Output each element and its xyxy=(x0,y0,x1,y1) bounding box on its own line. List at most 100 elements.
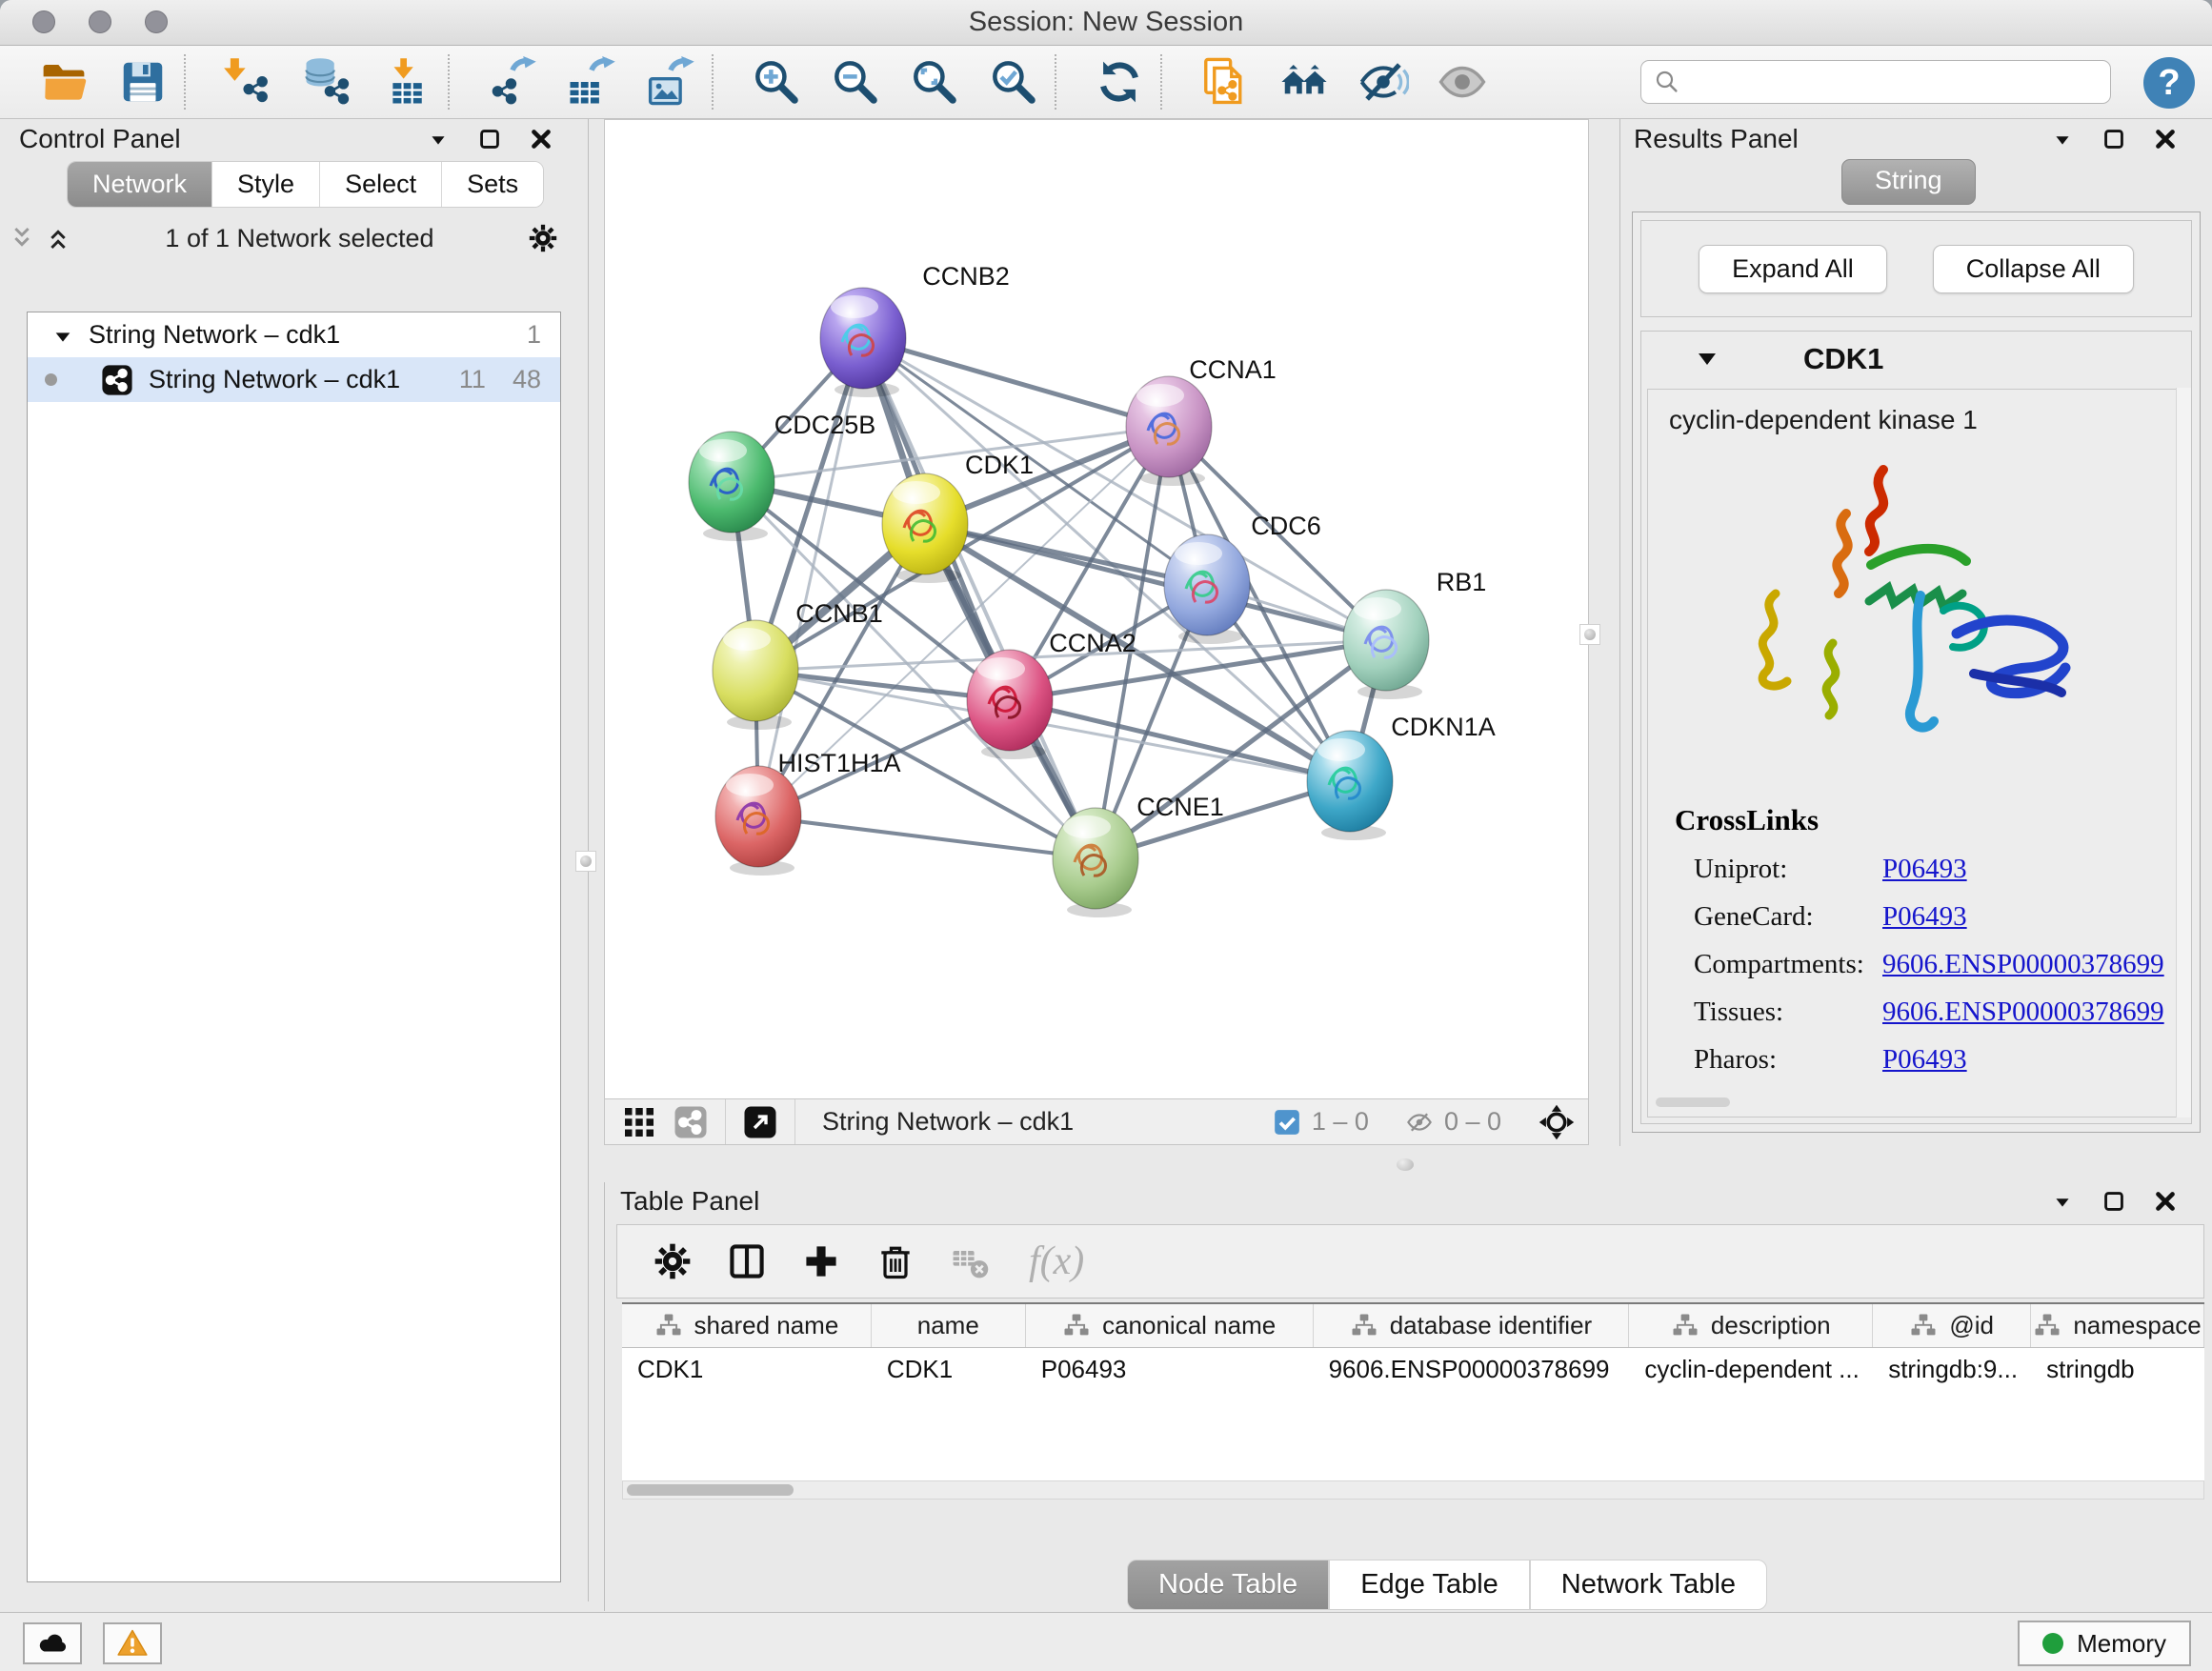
gene-entry-header[interactable]: CDK1 xyxy=(1641,332,2191,387)
column-header-name[interactable]: name xyxy=(872,1304,1026,1347)
column-header-database-identifier[interactable]: database identifier xyxy=(1314,1304,1630,1347)
node-label-CCNE1: CCNE1 xyxy=(1136,793,1224,821)
grid-view-icon[interactable] xyxy=(622,1105,656,1139)
export-image-icon[interactable] xyxy=(645,56,696,108)
column-header-canonical-name[interactable]: canonical name xyxy=(1026,1304,1314,1347)
edge-HIST1H1A-CCNE1[interactable] xyxy=(758,816,1096,858)
network-canvas[interactable]: CCNB2 CCNA1 CDC25B CDK1 CDC6 RB1 CCNB1 xyxy=(605,120,1588,1098)
tree-caret-icon[interactable] xyxy=(52,325,73,346)
node-RB1[interactable]: RB1 xyxy=(1343,568,1486,699)
refresh-layout-icon[interactable] xyxy=(1094,56,1145,108)
network-tree: String Network – cdk1 1 String Network –… xyxy=(27,312,561,1582)
close-panel-icon[interactable] xyxy=(2151,125,2180,153)
memory-button[interactable]: Memory xyxy=(2018,1621,2191,1666)
network-tree-child-row[interactable]: String Network – cdk1 1148 xyxy=(28,357,560,402)
crosslink-link[interactable]: P06493 xyxy=(1882,854,1967,885)
tab-sets[interactable]: Sets xyxy=(442,162,543,207)
tab-style[interactable]: Style xyxy=(212,162,320,207)
show-columns-icon[interactable] xyxy=(726,1240,768,1282)
table-hscroll-thumb[interactable] xyxy=(627,1484,794,1496)
show-eye-icon[interactable] xyxy=(1437,56,1488,108)
export-table-icon[interactable] xyxy=(566,56,617,108)
close-panel-icon[interactable] xyxy=(2151,1187,2180,1216)
node-CCNA2[interactable]: CCNA2 xyxy=(967,629,1136,759)
clone-network-icon[interactable] xyxy=(1199,56,1251,108)
search-box[interactable] xyxy=(1640,60,2111,104)
left-splitter-handle[interactable] xyxy=(575,851,596,872)
edge-CCNB2-CCNA1[interactable] xyxy=(863,338,1169,427)
crosslink-link[interactable]: P06493 xyxy=(1882,901,1967,933)
hide-eye-icon[interactable] xyxy=(1357,56,1409,108)
edge-CCNB2-CCNE1[interactable] xyxy=(863,338,1096,858)
right-splitter-handle[interactable] xyxy=(1579,624,1600,645)
selected-checkbox-icon[interactable] xyxy=(1274,1109,1300,1136)
crosslink-row: GeneCard:P06493 xyxy=(1694,901,2184,933)
warning-icon xyxy=(116,1627,149,1660)
crosslink-link[interactable]: 9606.ENSP00000378699 xyxy=(1882,997,2164,1028)
crosslink-link[interactable]: P06493 xyxy=(1882,1044,1967,1076)
bottom-splitter-handle[interactable] xyxy=(1397,1158,1414,1171)
export-network-icon[interactable] xyxy=(487,56,538,108)
zoom-in-icon[interactable] xyxy=(751,56,802,108)
birdseye-crosshair-icon[interactable] xyxy=(1538,1104,1575,1140)
tab-edge-table[interactable]: Edge Table xyxy=(1329,1560,1530,1610)
collapse-all-button[interactable]: Collapse All xyxy=(1933,245,2134,293)
column-header-shared-name[interactable]: shared name xyxy=(622,1304,872,1347)
table-options-gear-icon[interactable] xyxy=(652,1240,694,1282)
tab-network[interactable]: Network xyxy=(68,162,212,207)
network-tree-root-row[interactable]: String Network – cdk1 1 xyxy=(28,312,560,357)
expand-all-button[interactable]: Expand All xyxy=(1699,245,1887,293)
results-panel-header: Results Panel xyxy=(1620,119,2212,159)
zoom-fit-icon[interactable] xyxy=(909,56,960,108)
node-CDC6[interactable]: CDC6 xyxy=(1164,512,1321,644)
results-hscroll-thumb[interactable] xyxy=(1656,1097,1730,1107)
save-session-icon[interactable] xyxy=(117,56,169,108)
tab-string[interactable]: String xyxy=(1841,159,1976,205)
table-hscroll-track[interactable] xyxy=(622,1480,2204,1500)
delete-column-icon[interactable] xyxy=(875,1240,916,1282)
panel-menu-icon[interactable] xyxy=(2048,1187,2077,1216)
crosslink-link[interactable]: 9606.ENSP00000378699 xyxy=(1882,949,2164,980)
float-panel-icon[interactable] xyxy=(475,125,504,153)
zoom-selected-icon[interactable] xyxy=(988,56,1039,108)
network-view: CCNB2 CCNA1 CDC25B CDK1 CDC6 RB1 CCNB1 xyxy=(604,119,1589,1145)
collapse-entry-icon[interactable] xyxy=(1695,347,1719,372)
warning-button[interactable] xyxy=(103,1622,162,1664)
create-column-icon[interactable] xyxy=(800,1240,842,1282)
column-header-namespace[interactable]: namespace xyxy=(2031,1304,2204,1347)
tab-node-table[interactable]: Node Table xyxy=(1127,1560,1329,1610)
float-panel-icon[interactable] xyxy=(2100,125,2128,153)
panel-menu-icon[interactable] xyxy=(424,125,452,153)
open-session-icon[interactable] xyxy=(38,56,90,108)
import-network-file-icon[interactable] xyxy=(223,56,274,108)
node-CCNA1[interactable]: CCNA1 xyxy=(1126,355,1277,486)
import-table-file-icon[interactable] xyxy=(381,56,432,108)
edge-CDK1-RB1[interactable] xyxy=(925,524,1386,640)
tab-select[interactable]: Select xyxy=(320,162,442,207)
panel-menu-icon[interactable] xyxy=(2048,125,2077,153)
expand-all-networks-icon[interactable] xyxy=(44,224,72,252)
network-options-gear-icon[interactable] xyxy=(527,222,559,254)
cloud-button[interactable] xyxy=(23,1622,82,1664)
column-header-description[interactable]: description xyxy=(1629,1304,1873,1347)
network-share-icon[interactable] xyxy=(674,1105,708,1139)
tab-network-table[interactable]: Network Table xyxy=(1530,1560,1767,1610)
results-vscroll-track[interactable] xyxy=(2176,388,2191,1117)
houses-icon[interactable] xyxy=(1278,56,1330,108)
help-button[interactable]: ? xyxy=(2143,57,2195,109)
node-CDKN1A[interactable]: CDKN1A xyxy=(1307,713,1496,840)
node-HIST1H1A[interactable]: HIST1H1A xyxy=(715,749,901,876)
zoom-out-icon[interactable] xyxy=(830,56,881,108)
column-header--id[interactable]: @id xyxy=(1873,1304,2031,1347)
table-cell: CDK1 xyxy=(622,1348,872,1390)
table-row[interactable]: CDK1CDK1P064939606.ENSP00000378699cyclin… xyxy=(622,1348,2204,1390)
float-panel-icon[interactable] xyxy=(2100,1187,2128,1216)
close-panel-icon[interactable] xyxy=(527,125,555,153)
search-input[interactable] xyxy=(1689,67,2110,98)
import-network-database-icon[interactable] xyxy=(302,56,353,108)
collapse-all-networks-icon[interactable] xyxy=(8,224,36,252)
detach-view-icon[interactable] xyxy=(743,1105,777,1139)
crosslink-label: Compartments: xyxy=(1694,949,1882,980)
node-CCNE1[interactable]: CCNE1 xyxy=(1053,793,1224,917)
search-icon xyxy=(1653,68,1681,96)
